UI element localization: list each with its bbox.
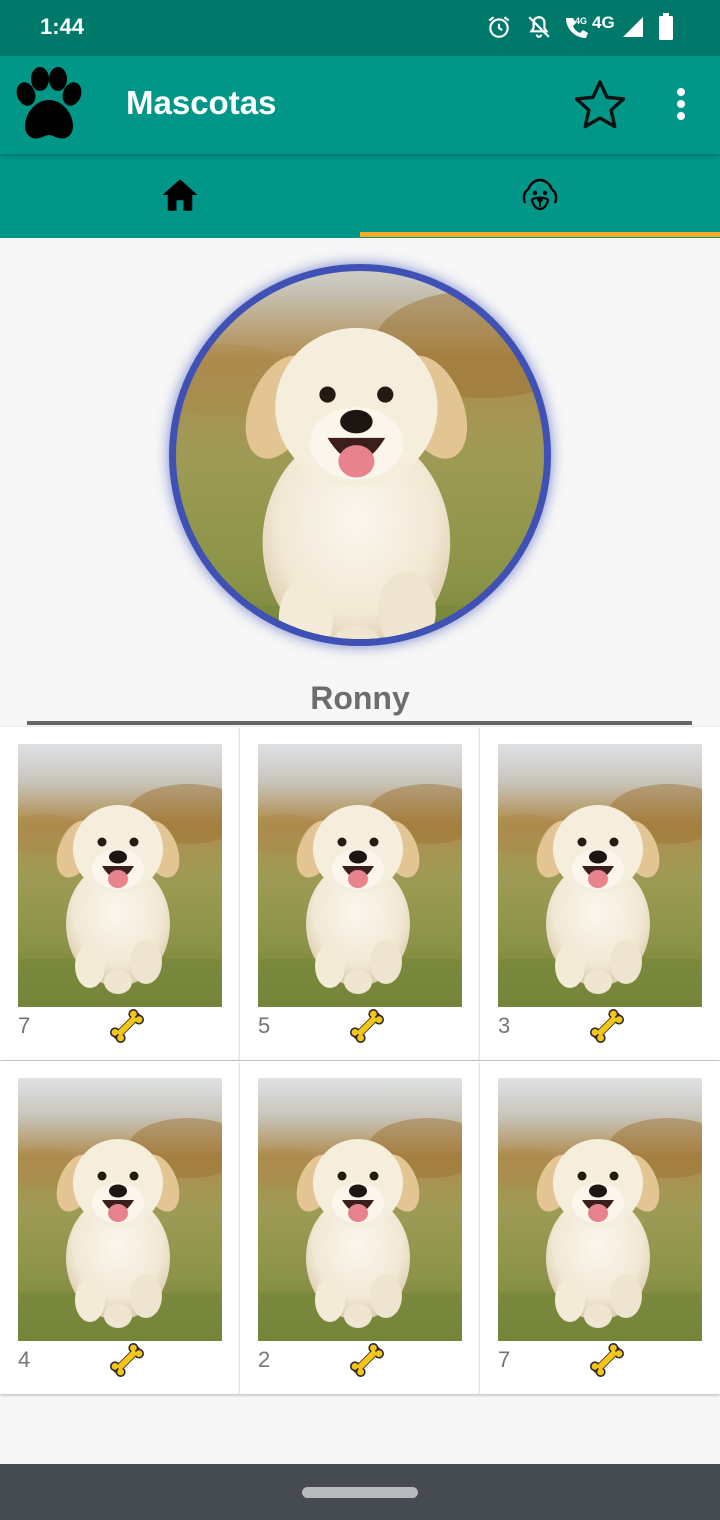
- pet-photo: [18, 1078, 222, 1341]
- pet-photo: [498, 1078, 702, 1341]
- like-count: 2: [258, 1347, 271, 1372]
- photo-card[interactable]: 5: [240, 727, 480, 1060]
- app-title: Mascotas: [126, 84, 277, 121]
- app-bar: Mascotas: [0, 56, 720, 154]
- dog-face-icon: [522, 178, 558, 211]
- bone-icon[interactable]: [588, 1341, 626, 1379]
- name-divider: [27, 721, 692, 725]
- pet-name: Ronny: [310, 680, 410, 716]
- network-label: 4G: [592, 13, 615, 32]
- photo-card[interactable]: 7: [0, 727, 240, 1060]
- home-icon: [162, 179, 198, 211]
- pet-photo: [258, 744, 462, 1007]
- call-badge-text: 4G: [575, 16, 587, 26]
- system-navigation-bar: [0, 1464, 720, 1520]
- status-bar: 1:44 4G 4G: [0, 0, 720, 56]
- like-count: 4: [18, 1347, 31, 1372]
- tab-home[interactable]: [0, 154, 360, 238]
- photo-card[interactable]: 2: [240, 1061, 480, 1394]
- photo-card[interactable]: 3: [480, 727, 720, 1060]
- home-gesture-pill[interactable]: [302, 1487, 418, 1498]
- bone-icon[interactable]: [108, 1007, 146, 1045]
- pet-photo: [258, 1078, 462, 1341]
- paw-icon: [16, 67, 82, 139]
- bone-icon[interactable]: [348, 1007, 386, 1045]
- like-count: 3: [498, 1013, 511, 1038]
- pet-avatar-photo: [176, 271, 544, 639]
- like-count: 7: [18, 1013, 31, 1038]
- bone-icon[interactable]: [588, 1007, 626, 1045]
- bone-icon[interactable]: [348, 1341, 386, 1379]
- signal-icon: [623, 17, 643, 37]
- bone-icon[interactable]: [108, 1341, 146, 1379]
- pet-avatar: [169, 264, 551, 646]
- like-count: 7: [498, 1347, 511, 1372]
- status-time: 1:44: [40, 14, 85, 39]
- photo-card[interactable]: 4: [0, 1061, 240, 1394]
- battery-icon: [659, 13, 673, 40]
- tab-bar: [0, 154, 720, 238]
- overflow-menu-icon[interactable]: [666, 86, 696, 122]
- tab-indicator: [360, 232, 720, 237]
- alarm-icon: [488, 16, 510, 38]
- wifi-calling-icon: 4G: [566, 16, 588, 38]
- pet-photo: [18, 744, 222, 1007]
- tab-pet-profile[interactable]: [360, 154, 720, 238]
- photo-grid: 7 5 3 4 2 7: [0, 727, 720, 1394]
- like-count: 5: [258, 1013, 271, 1038]
- pet-photo: [498, 744, 702, 1007]
- mute-icon: [528, 16, 550, 38]
- photo-card[interactable]: 7: [480, 1061, 720, 1394]
- star-icon[interactable]: [571, 76, 629, 134]
